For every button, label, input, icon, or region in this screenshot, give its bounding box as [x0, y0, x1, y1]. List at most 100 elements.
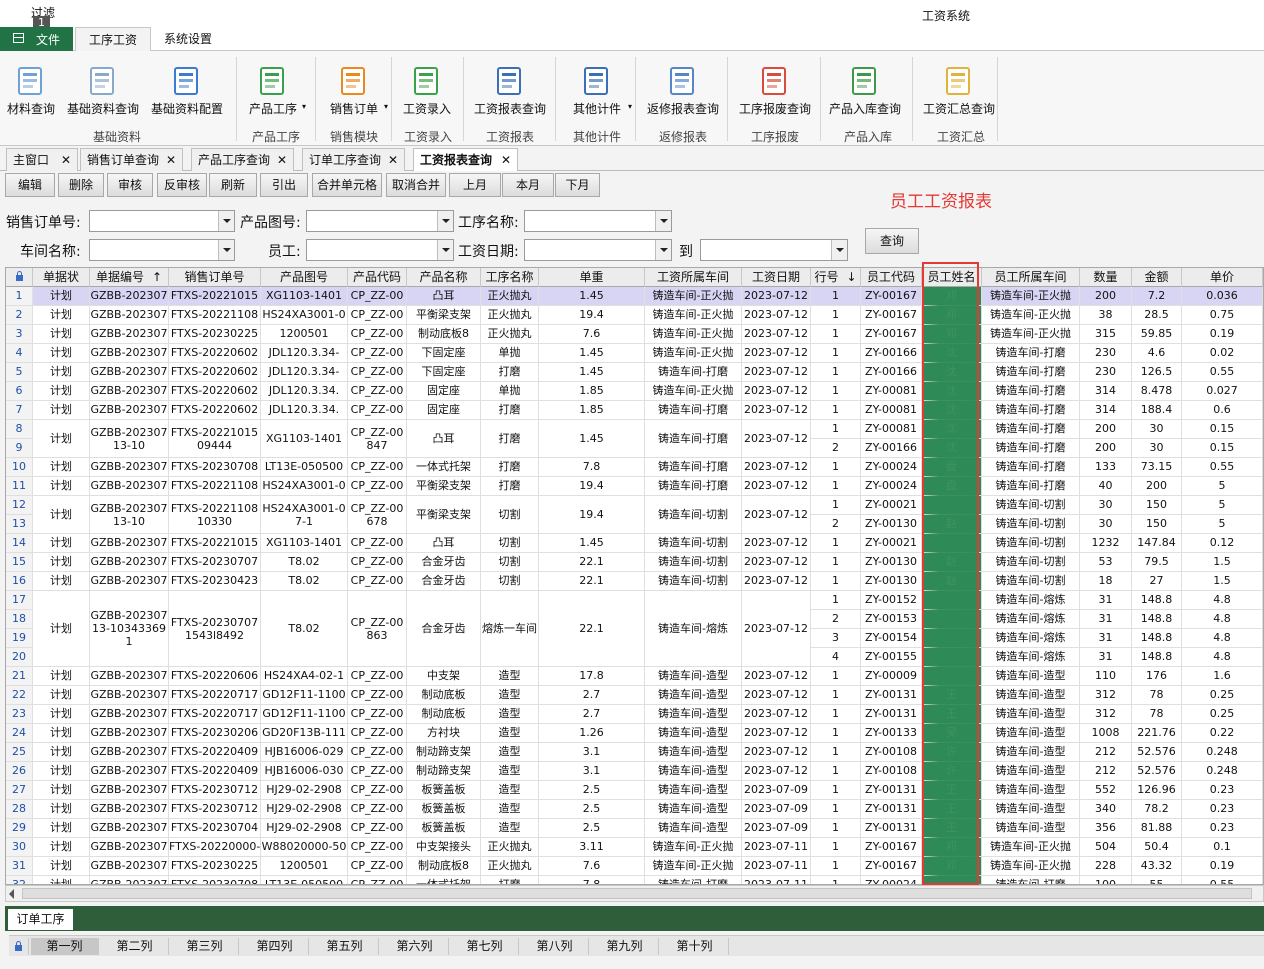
- cell-process[interactable]: 熔炼一车间: [481, 591, 539, 667]
- cell-bill[interactable]: GZBB-202307: [90, 287, 169, 306]
- cell-qty[interactable]: 314: [1080, 401, 1132, 420]
- cell-emp-name[interactable]: [922, 648, 982, 667]
- cell-workshop[interactable]: 铸造车间-正火抛: [645, 857, 742, 876]
- cell-process[interactable]: 造型: [481, 781, 539, 800]
- cell-amount[interactable]: 27: [1132, 572, 1182, 591]
- cell-emp-code[interactable]: ZY-00153: [861, 610, 922, 629]
- cell-date[interactable]: 2023-07-12: [742, 534, 811, 553]
- cell-date[interactable]: 2023-07-12: [742, 667, 811, 686]
- cell-price[interactable]: 0.15: [1182, 439, 1263, 458]
- row-number[interactable]: 12: [6, 496, 33, 515]
- cell-workshop[interactable]: 铸造车间-造型: [645, 819, 742, 838]
- cell-line[interactable]: 2: [811, 515, 861, 534]
- cell-bill[interactable]: GZBB-202307: [90, 819, 169, 838]
- column-header[interactable]: 单据编号 ↑: [90, 268, 169, 287]
- cell-emp-name[interactable]: 邓: [922, 838, 982, 857]
- cell-code[interactable]: CP_ZZ-00: [348, 363, 407, 382]
- cell-emp-ws[interactable]: 铸造车间-打磨: [982, 401, 1080, 420]
- cell-qty[interactable]: 228: [1080, 857, 1132, 876]
- row-number[interactable]: 19: [6, 629, 33, 648]
- cell-amount[interactable]: 221.76: [1132, 724, 1182, 743]
- cell-emp-ws[interactable]: 铸造车间-正火抛: [982, 838, 1080, 857]
- close-icon[interactable]: ✕: [61, 149, 71, 171]
- cell-emp-ws[interactable]: 铸造车间-熔炼: [982, 629, 1080, 648]
- cell-qty[interactable]: 200: [1080, 439, 1132, 458]
- cell-product[interactable]: 凸耳: [407, 287, 481, 306]
- cell-line[interactable]: 3: [811, 629, 861, 648]
- column-tab[interactable]: 第四列: [241, 938, 309, 955]
- cell-order[interactable]: FTXS-20220409: [169, 762, 261, 781]
- cell-drawing[interactable]: LT13E-050500: [261, 876, 348, 884]
- cell-status[interactable]: 计划: [33, 287, 90, 306]
- cell-order[interactable]: FTXS-20230712: [169, 781, 261, 800]
- cell-line[interactable]: 1: [811, 401, 861, 420]
- cell-emp-ws[interactable]: 铸造车间-造型: [982, 743, 1080, 762]
- cell-qty[interactable]: 30: [1080, 496, 1132, 515]
- cell-weight[interactable]: 1.85: [539, 382, 645, 401]
- cell-product[interactable]: 板簧盖板: [407, 781, 481, 800]
- row-number[interactable]: 4: [6, 344, 33, 363]
- cell-process[interactable]: 打磨: [481, 363, 539, 382]
- sales-order-combo[interactable]: [89, 210, 235, 232]
- cell-line[interactable]: 1: [811, 667, 861, 686]
- cell-status[interactable]: 计划: [33, 762, 90, 781]
- basic-data-search-button[interactable]: 基础资料查询: [62, 51, 144, 121]
- cell-date[interactable]: 2023-07-12: [742, 458, 811, 477]
- row-number[interactable]: 18: [6, 610, 33, 629]
- cell-amount[interactable]: 50.4: [1132, 838, 1182, 857]
- column-header[interactable]: 单价: [1182, 268, 1263, 287]
- cell-order[interactable]: FTXS-20221108: [169, 306, 261, 325]
- cell-amount[interactable]: 8.478: [1132, 382, 1182, 401]
- cell-bill[interactable]: GZBB-202307: [90, 363, 169, 382]
- cell-qty[interactable]: 31: [1080, 610, 1132, 629]
- cell-emp-code[interactable]: ZY-00152: [861, 591, 922, 610]
- chevron-down-icon[interactable]: [655, 240, 671, 260]
- cell-code[interactable]: CP_ZZ-00: [348, 819, 407, 838]
- cell-code[interactable]: CP_ZZ-00: [348, 287, 407, 306]
- cell-date[interactable]: 2023-07-09: [742, 800, 811, 819]
- cell-emp-ws[interactable]: 铸造车间-正火抛: [982, 325, 1080, 344]
- cell-status[interactable]: 计划: [33, 401, 90, 420]
- cell-code[interactable]: CP_ZZ-00: [348, 534, 407, 553]
- file-menu-button[interactable]: 文件: [0, 27, 73, 51]
- dropdown-arrow-icon[interactable]: ▾: [384, 102, 388, 111]
- cell-line[interactable]: 1: [811, 724, 861, 743]
- cell-status[interactable]: 计划: [33, 306, 90, 325]
- cell-drawing[interactable]: GD12F11-1100: [261, 705, 348, 724]
- cell-drawing[interactable]: T8.02: [261, 591, 348, 667]
- cell-amount[interactable]: 200: [1132, 477, 1182, 496]
- cell-emp-ws[interactable]: 铸造车间-正火抛: [982, 857, 1080, 876]
- cell-line[interactable]: 4: [811, 648, 861, 667]
- cell-drawing[interactable]: JDL120.3.34-: [261, 344, 348, 363]
- cell-emp-name[interactable]: [922, 610, 982, 629]
- cell-weight[interactable]: 3.1: [539, 762, 645, 781]
- cell-process[interactable]: 切割: [481, 572, 539, 591]
- cell-line[interactable]: 1: [811, 762, 861, 781]
- cell-order[interactable]: FTXS-2022101509444: [169, 420, 261, 458]
- cell-status[interactable]: 计划: [33, 724, 90, 743]
- cell-price[interactable]: 0.19: [1182, 857, 1263, 876]
- cell-process[interactable]: 单抛: [481, 382, 539, 401]
- cell-status[interactable]: 计划: [33, 800, 90, 819]
- cell-workshop[interactable]: 铸造车间-正火抛: [645, 382, 742, 401]
- row-number[interactable]: 28: [6, 800, 33, 819]
- toolbar-button[interactable]: 合并单元格: [312, 173, 382, 197]
- cell-line[interactable]: 1: [811, 838, 861, 857]
- cell-product[interactable]: 板簧盖板: [407, 819, 481, 838]
- cell-drawing[interactable]: HS24XA3001-07-1: [261, 496, 348, 534]
- cell-weight[interactable]: 22.1: [539, 553, 645, 572]
- process-name-combo[interactable]: [524, 210, 672, 232]
- cell-process[interactable]: 打磨: [481, 477, 539, 496]
- toolbar-button[interactable]: 本月: [502, 173, 554, 197]
- cell-line[interactable]: 1: [811, 534, 861, 553]
- cell-qty[interactable]: 1232: [1080, 534, 1132, 553]
- scroll-left-icon[interactable]: [9, 889, 14, 899]
- cell-code[interactable]: CP_ZZ-00: [348, 325, 407, 344]
- cell-date[interactable]: 2023-07-11: [742, 857, 811, 876]
- cell-product[interactable]: 制动底板: [407, 686, 481, 705]
- cell-drawing[interactable]: HS24XA3001-0: [261, 477, 348, 496]
- cell-process[interactable]: 造型: [481, 705, 539, 724]
- cell-drawing[interactable]: XG1103-1401: [261, 420, 348, 458]
- cell-workshop[interactable]: 铸造车间-造型: [645, 705, 742, 724]
- row-number[interactable]: 3: [6, 325, 33, 344]
